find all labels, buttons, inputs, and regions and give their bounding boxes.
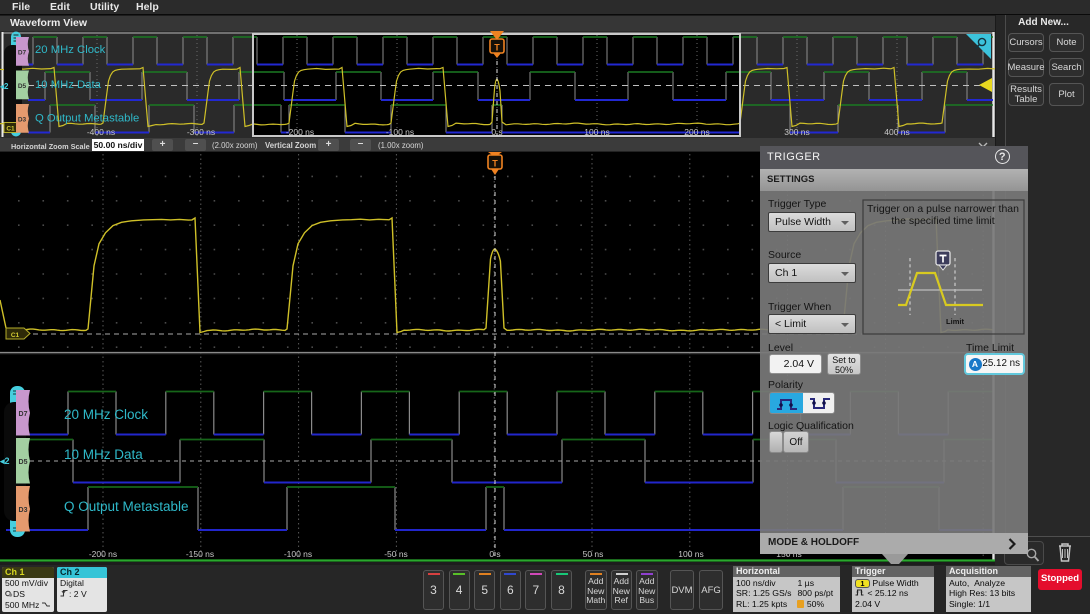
- svg-text:T: T: [494, 43, 500, 53]
- svg-text:-200 ns: -200 ns: [89, 549, 117, 559]
- svg-text:300 ns: 300 ns: [784, 127, 810, 137]
- svg-text:200 ns: 200 ns: [684, 127, 710, 137]
- svg-text:10 MHz Data: 10 MHz Data: [35, 79, 102, 91]
- svg-text:◂2: ◂2: [0, 456, 10, 466]
- svg-text:20 MHz Clock: 20 MHz Clock: [64, 407, 148, 422]
- svg-text:-50 ns: -50 ns: [384, 549, 408, 559]
- svg-text:-150 ns: -150 ns: [186, 549, 214, 559]
- svg-text:D5: D5: [19, 459, 28, 466]
- svg-text:D7: D7: [19, 411, 28, 418]
- svg-text:10 MHz Data: 10 MHz Data: [64, 447, 143, 462]
- svg-text:-100 ns: -100 ns: [386, 127, 414, 137]
- svg-text:◂2: ◂2: [0, 82, 9, 91]
- svg-text:100 ns: 100 ns: [584, 127, 610, 137]
- svg-text:D7: D7: [18, 50, 27, 57]
- svg-text:0 s: 0 s: [491, 127, 502, 137]
- svg-text:C1: C1: [6, 126, 15, 133]
- svg-text:400 ns: 400 ns: [884, 127, 910, 137]
- svg-text:T: T: [492, 159, 498, 169]
- svg-text:D3: D3: [18, 117, 27, 124]
- svg-text:-400 ns: -400 ns: [87, 127, 115, 137]
- svg-text:Q Output Metastable: Q Output Metastable: [64, 499, 189, 514]
- svg-text:-100 ns: -100 ns: [284, 549, 312, 559]
- svg-text:D3: D3: [19, 507, 28, 514]
- svg-text:-300 ns: -300 ns: [187, 127, 215, 137]
- svg-text:Limit: Limit: [946, 317, 964, 326]
- svg-text:D5: D5: [18, 83, 27, 90]
- svg-text:50 ns: 50 ns: [583, 549, 604, 559]
- svg-text:Q Output Metastable: Q Output Metastable: [35, 113, 139, 125]
- svg-text:C1: C1: [11, 332, 20, 339]
- svg-text:-200 ns: -200 ns: [286, 127, 314, 137]
- svg-text:20 MHz Clock: 20 MHz Clock: [35, 44, 106, 56]
- svg-text:0 s: 0 s: [489, 549, 500, 559]
- svg-text:the specified time limit: the specified time limit: [891, 215, 994, 227]
- svg-text:100 ns: 100 ns: [678, 549, 704, 559]
- svg-text:Trigger on a pulse narrower th: Trigger on a pulse narrower than: [867, 203, 1019, 215]
